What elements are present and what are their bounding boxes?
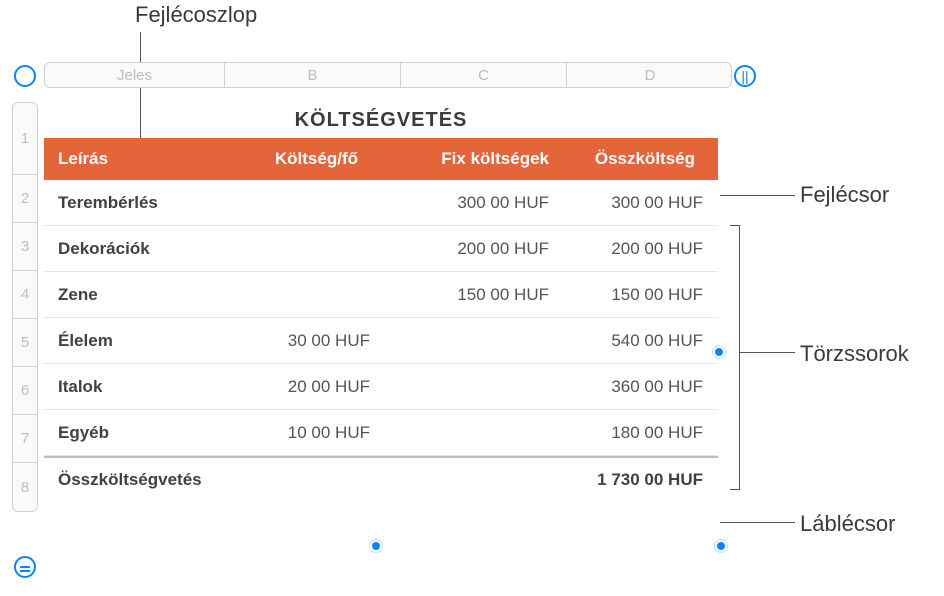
selection-handle[interactable]	[715, 540, 727, 552]
table-title[interactable]: KÖLTSÉGVETÉS	[44, 102, 718, 138]
callout-body-rows: Törzssorok	[800, 341, 909, 367]
row-header-4[interactable]: 4	[13, 271, 37, 319]
cell-total[interactable]: 540 00 HUF	[555, 331, 715, 351]
callout-header-column: Fejlécoszlop	[135, 2, 257, 28]
callout-line	[720, 195, 795, 196]
table-row[interactable]: Élelem 30 00 HUF 540 00 HUF	[44, 318, 718, 364]
row-header-5[interactable]: 5	[13, 319, 37, 367]
cell-desc[interactable]: Zene	[44, 285, 224, 305]
cell-desc[interactable]: Élelem	[44, 331, 224, 351]
row-header-7[interactable]: 7	[13, 415, 37, 463]
column-header-C[interactable]: C	[401, 63, 567, 87]
callout-brace	[730, 225, 740, 490]
add-column-handle[interactable]: ||	[734, 65, 756, 87]
cell-total[interactable]: 360 00 HUF	[555, 377, 715, 397]
row-header-2[interactable]: 2	[13, 175, 37, 223]
cell-fixed[interactable]: 150 00 HUF	[400, 285, 555, 305]
table-row[interactable]: Egyéb 10 00 HUF 180 00 HUF	[44, 410, 718, 456]
column-header-strip: Jeles B C D	[44, 62, 732, 88]
header-cell-desc[interactable]: Leírás	[44, 149, 224, 169]
row-header-8[interactable]: 8	[13, 463, 37, 511]
callout-line	[740, 352, 795, 353]
table-row[interactable]: Zene 150 00 HUF 150 00 HUF	[44, 272, 718, 318]
row-header-1[interactable]: 1	[13, 103, 37, 175]
add-row-handle[interactable]	[14, 556, 36, 578]
table-select-all-handle[interactable]	[14, 65, 36, 87]
cell-total[interactable]: 180 00 HUF	[555, 423, 715, 443]
callout-line	[720, 522, 795, 523]
table-header-row[interactable]: Leírás Költség/fő Fix költségek Összkölt…	[44, 138, 718, 180]
table-row[interactable]: Italok 20 00 HUF 360 00 HUF	[44, 364, 718, 410]
cell-per[interactable]: 10 00 HUF	[224, 423, 400, 443]
spreadsheet-table[interactable]: KÖLTSÉGVETÉS Leírás Költség/fő Fix költs…	[44, 102, 718, 502]
cell-total[interactable]: 200 00 HUF	[555, 239, 715, 259]
cell-fixed[interactable]: 300 00 HUF	[400, 193, 555, 213]
footer-label[interactable]: Összköltségvetés	[44, 470, 224, 490]
callout-header-row: Fejlécsor	[800, 182, 889, 208]
header-cell-fixed[interactable]: Fix költségek	[400, 149, 555, 169]
cell-fixed[interactable]: 200 00 HUF	[400, 239, 555, 259]
cell-desc[interactable]: Dekorációk	[44, 239, 224, 259]
cell-desc[interactable]: Egyéb	[44, 423, 224, 443]
row-header-3[interactable]: 3	[13, 223, 37, 271]
cell-desc[interactable]: Terembérlés	[44, 193, 224, 213]
table-row[interactable]: Terembérlés 300 00 HUF 300 00 HUF	[44, 180, 718, 226]
callout-footer-row: Láblécsor	[800, 511, 895, 537]
cell-total[interactable]: 150 00 HUF	[555, 285, 715, 305]
table-footer-row[interactable]: Összköltségvetés 1 730 00 HUF	[44, 456, 718, 502]
column-header-B[interactable]: B	[225, 63, 401, 87]
cell-total[interactable]: 300 00 HUF	[555, 193, 715, 213]
column-header-A[interactable]: Jeles	[45, 63, 225, 87]
cell-desc[interactable]: Italok	[44, 377, 224, 397]
table-row[interactable]: Dekorációk 200 00 HUF 200 00 HUF	[44, 226, 718, 272]
equals-icon	[20, 566, 30, 568]
cell-per[interactable]: 20 00 HUF	[224, 377, 400, 397]
cell-per[interactable]: 30 00 HUF	[224, 331, 400, 351]
header-cell-per[interactable]: Költség/fő	[224, 149, 400, 169]
row-header-strip: 1 2 3 4 5 6 7 8	[12, 102, 38, 512]
selection-handle[interactable]	[713, 346, 725, 358]
header-cell-total[interactable]: Összköltség	[555, 149, 715, 169]
footer-total[interactable]: 1 730 00 HUF	[555, 470, 715, 490]
row-header-6[interactable]: 6	[13, 367, 37, 415]
selection-handle[interactable]	[370, 540, 382, 552]
column-header-D[interactable]: D	[567, 63, 732, 87]
